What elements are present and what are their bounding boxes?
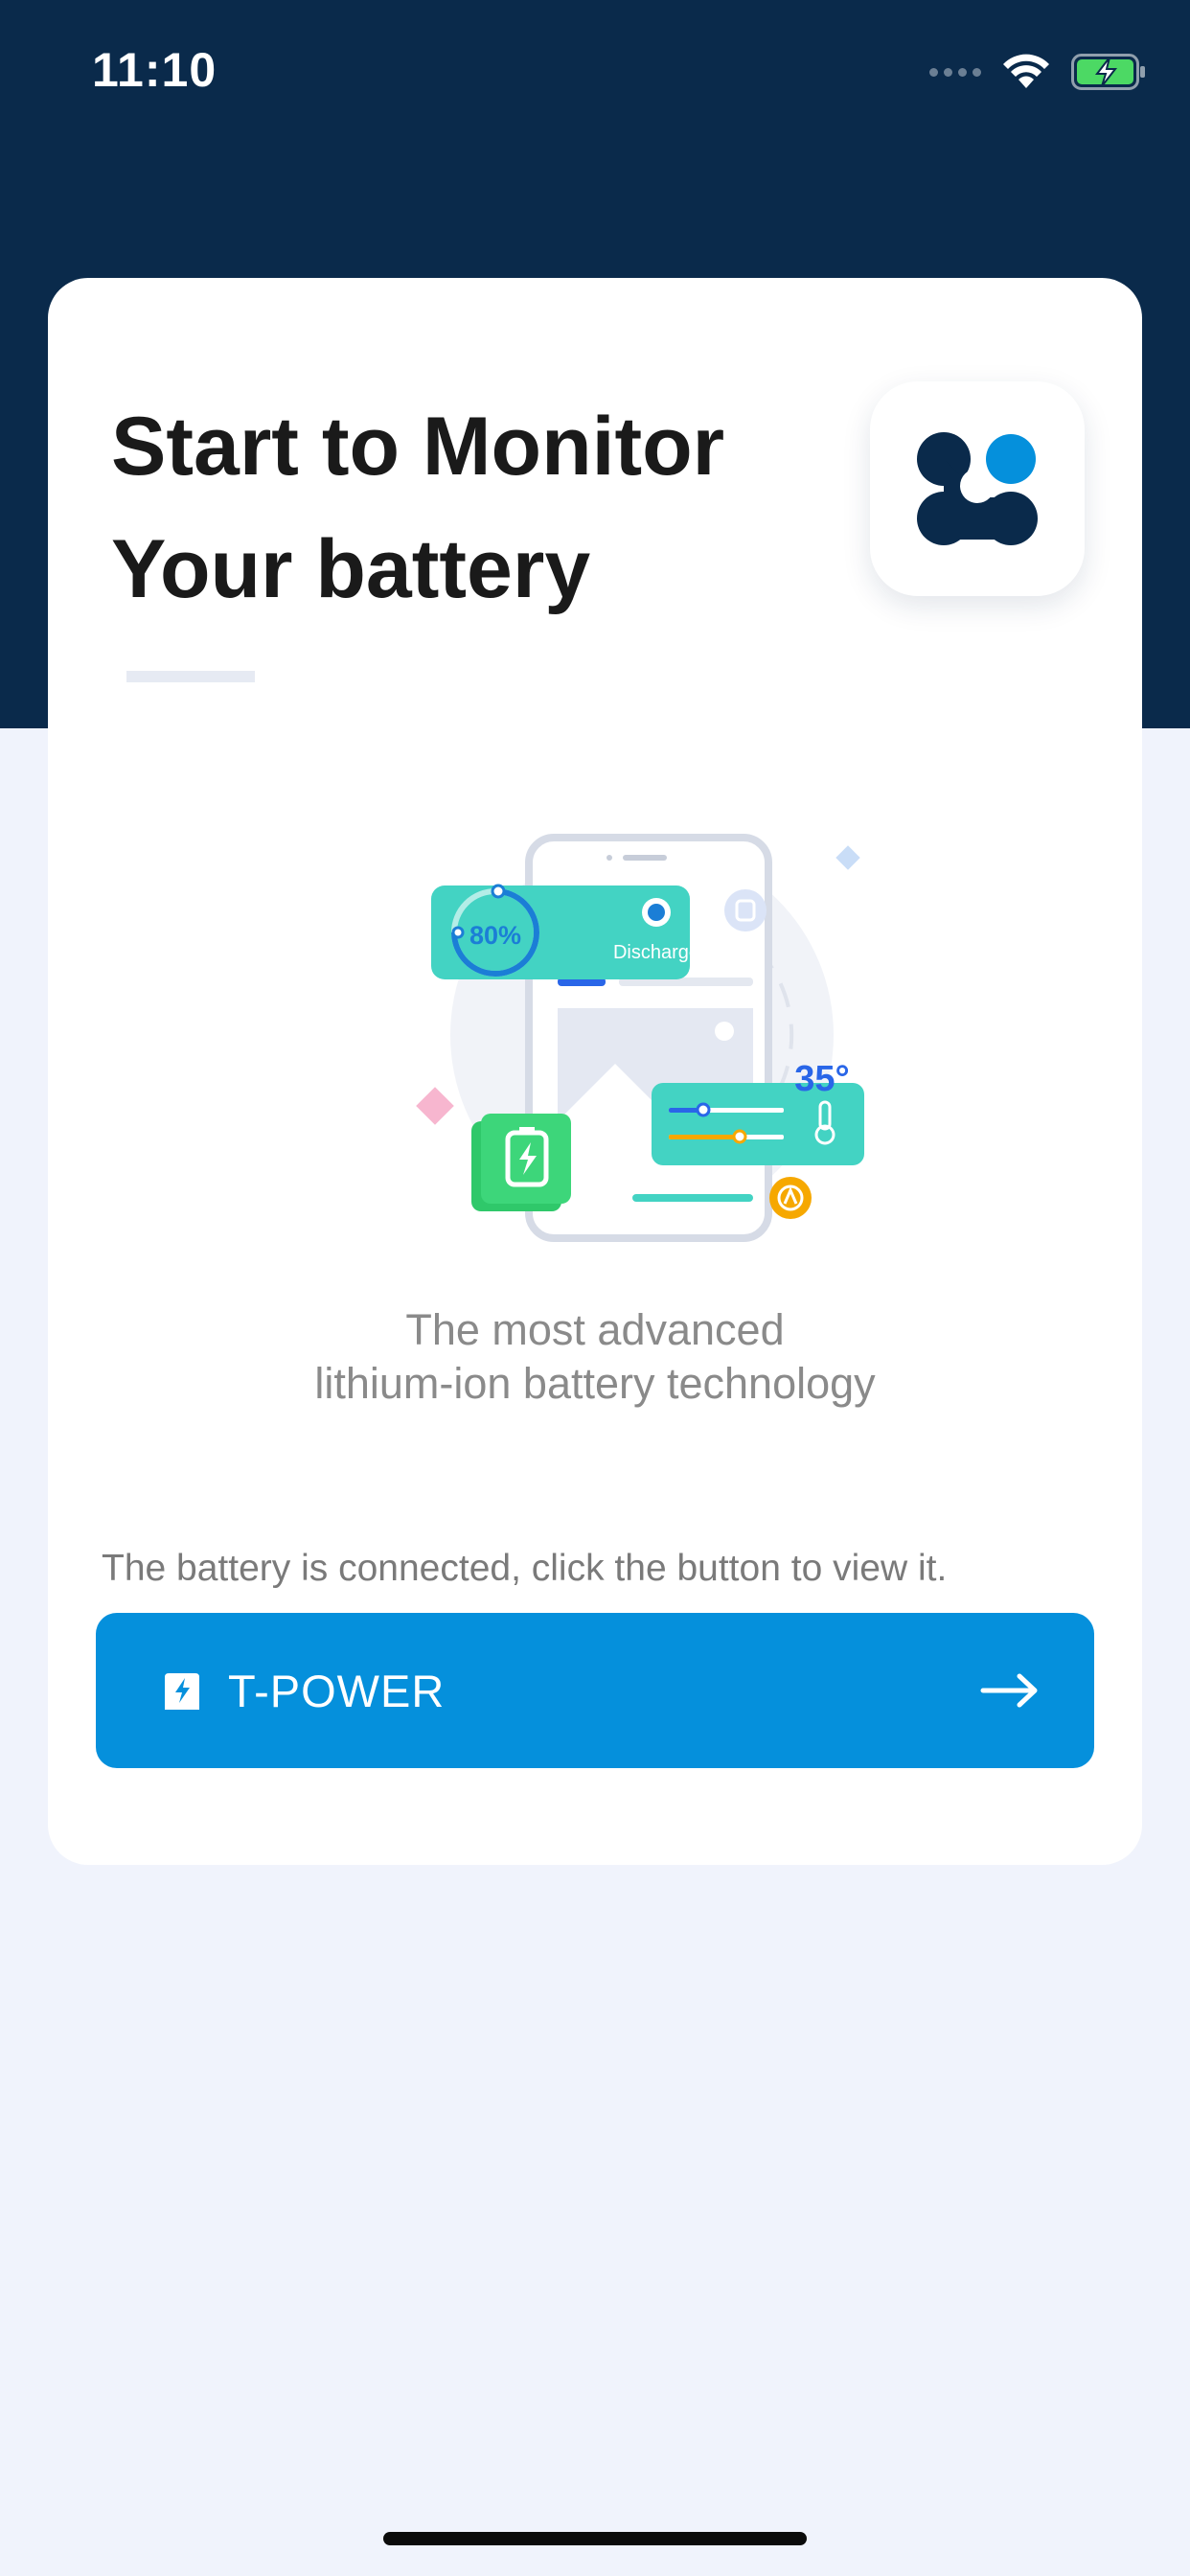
connect-hint: The battery is connected, click the butt… [102,1548,948,1589]
page-title: Start to Monitor Your battery [111,385,839,631]
wifi-icon [1002,54,1050,90]
home-indicator[interactable] [383,2532,807,2545]
onboarding-card: Start to Monitor Your battery 80% Discha… [48,278,1142,1865]
status-icons [929,54,1146,90]
mode-label: Discharge [613,942,699,963]
title-line-2: Your battery [111,523,591,615]
battery-charging-icon [1071,54,1146,90]
tagline: The most advanced lithium-ion battery te… [48,1303,1142,1411]
app-logo-icon [917,432,1038,545]
app-logo [870,381,1085,596]
tagline-line-2: lithium-ion battery technology [314,1359,876,1408]
status-time: 11:10 [92,43,217,97]
battery-device-icon [165,1673,199,1710]
temperature-label: 35° [794,1059,849,1099]
title-line-1: Start to Monitor [111,401,725,493]
device-button[interactable]: T-POWER [96,1613,1094,1768]
device-button-label: T-POWER [228,1665,446,1716]
arrow-right-icon [980,1673,1038,1708]
charge-percent-label: 80% [469,921,521,950]
title-underline [126,671,255,682]
battery-monitor-illustration: 80% Discharge 35° [416,834,864,1242]
cellular-signal-icon [929,67,981,77]
tagline-line-1: The most advanced [405,1305,785,1354]
